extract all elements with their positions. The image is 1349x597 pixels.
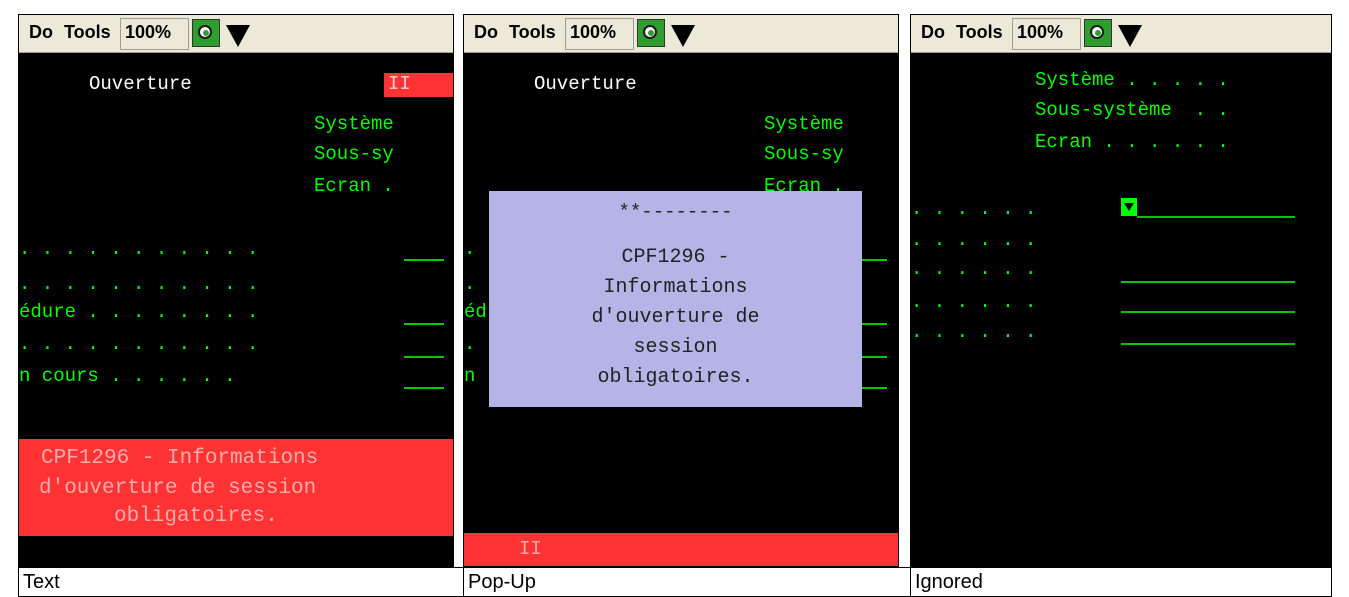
- input-field-3[interactable]: [404, 356, 444, 358]
- dots-row-2: . . . . . . . . . . .: [19, 273, 259, 295]
- label-ecran: Ecran .: [314, 175, 394, 197]
- bg-text-n: n: [464, 365, 476, 387]
- indicator-bar: II: [464, 533, 898, 566]
- input-field-3[interactable]: [862, 356, 887, 358]
- camera-icon[interactable]: [637, 19, 665, 47]
- indicator: II: [384, 73, 453, 97]
- zoom-level[interactable]: 100%: [125, 22, 171, 43]
- popup-line-4: session: [633, 336, 718, 359]
- zoom-level[interactable]: 100%: [1017, 22, 1063, 43]
- caption-ignored: Ignored: [910, 567, 1332, 597]
- dots-row-3: . . . . . .: [911, 258, 1037, 280]
- dots-row-1: . . . . . .: [911, 198, 1037, 220]
- popup-line-2: Informations: [603, 276, 748, 299]
- terminal-screen: Système . . . . . Sous-système . . Ecran…: [911, 53, 1331, 566]
- toolbar: Do Tools 100%: [19, 15, 453, 53]
- input-field-2[interactable]: [404, 323, 444, 325]
- popup-line-5: obligatoires.: [597, 366, 754, 389]
- tools-menu[interactable]: Tools: [509, 22, 556, 43]
- popup-line-1: CPF1296 -: [621, 246, 730, 269]
- input-field-2[interactable]: [862, 323, 887, 325]
- tools-menu[interactable]: Tools: [956, 22, 1003, 43]
- bg-dot-1: .: [464, 238, 476, 260]
- input-field-1[interactable]: [862, 259, 887, 261]
- label-en-cours: n cours . . . . . .: [19, 365, 236, 387]
- toolbar: Do Tools 100%: [464, 15, 898, 53]
- cursor-icon: [1121, 198, 1137, 216]
- caption-popup: Pop-Up: [463, 567, 911, 597]
- popup-line-3: d'ouverture de: [591, 306, 760, 329]
- tools-menu[interactable]: Tools: [64, 22, 111, 43]
- label-ecran: Ecran . . . . . .: [1035, 131, 1229, 153]
- dots-row-1: . . . . . . . . . . .: [19, 238, 259, 260]
- screen-panel-text: Do Tools 100% Ouverture II Système Sous-…: [18, 14, 454, 567]
- dots-row-3: . . . . . . . . . . .: [19, 333, 259, 355]
- error-line-1: CPF1296 - Informations: [41, 447, 319, 470]
- error-line-3: obligatoires.: [114, 505, 278, 528]
- zoom-level[interactable]: 100%: [570, 22, 616, 43]
- label-systeme: Système: [764, 113, 844, 135]
- terminal-screen: Ouverture Système Sous-sy Ecran . . . éd…: [464, 53, 898, 566]
- label-sous-systeme: Sous-sy: [764, 143, 844, 165]
- label-sous-systeme: Sous-système . .: [1035, 99, 1229, 121]
- screen-panel-popup: Do Tools 100% Ouverture Système Sous-sy …: [463, 14, 899, 567]
- dots-row-5: . . . . . .: [911, 321, 1037, 343]
- dots-row-4: . . . . . .: [911, 291, 1037, 313]
- screen-title: Ouverture: [89, 73, 192, 95]
- screen-title: Ouverture: [534, 73, 637, 95]
- dropdown-arrow-icon[interactable]: [671, 25, 695, 47]
- caption-text: Text: [18, 567, 464, 597]
- dropdown-arrow-icon[interactable]: [1118, 25, 1142, 47]
- error-message-bar: CPF1296 - Informations d'ouverture de se…: [19, 439, 453, 536]
- do-menu[interactable]: Do: [921, 22, 945, 43]
- popup-body: CPF1296 - Informations d'ouverture de se…: [497, 243, 854, 393]
- label-procedure: édure . . . . . . . .: [19, 301, 259, 323]
- bg-dot-3: .: [464, 333, 476, 355]
- indicator: II: [519, 538, 542, 560]
- terminal-screen: Ouverture II Système Sous-sy Ecran . . .…: [19, 53, 453, 566]
- bg-dot-2: .: [464, 273, 476, 295]
- dropdown-arrow-icon[interactable]: [226, 25, 250, 47]
- input-field-2[interactable]: [1121, 281, 1295, 283]
- camera-icon[interactable]: [1084, 19, 1112, 47]
- camera-icon[interactable]: [192, 19, 220, 47]
- screen-panel-ignored: Do Tools 100% Système . . . . . Sous-sys…: [910, 14, 1332, 567]
- input-field-4[interactable]: [862, 387, 887, 389]
- error-line-2: d'ouverture de session: [39, 477, 317, 500]
- label-systeme: Système . . . . .: [1035, 69, 1229, 91]
- input-field-3[interactable]: [1121, 311, 1295, 313]
- popup-header: **--------: [618, 201, 733, 223]
- error-popup[interactable]: **-------- CPF1296 - Informations d'ouve…: [489, 191, 862, 407]
- input-field-4[interactable]: [404, 387, 444, 389]
- do-menu[interactable]: Do: [29, 22, 53, 43]
- do-menu[interactable]: Do: [474, 22, 498, 43]
- input-field-1[interactable]: [1137, 216, 1295, 218]
- input-field-4[interactable]: [1121, 343, 1295, 345]
- toolbar: Do Tools 100%: [911, 15, 1331, 53]
- dots-row-2: . . . . . .: [911, 229, 1037, 251]
- label-systeme: Système: [314, 113, 394, 135]
- input-field-1[interactable]: [404, 259, 444, 261]
- bg-text-ed: éd: [464, 301, 487, 323]
- label-sous-systeme: Sous-sy: [314, 143, 394, 165]
